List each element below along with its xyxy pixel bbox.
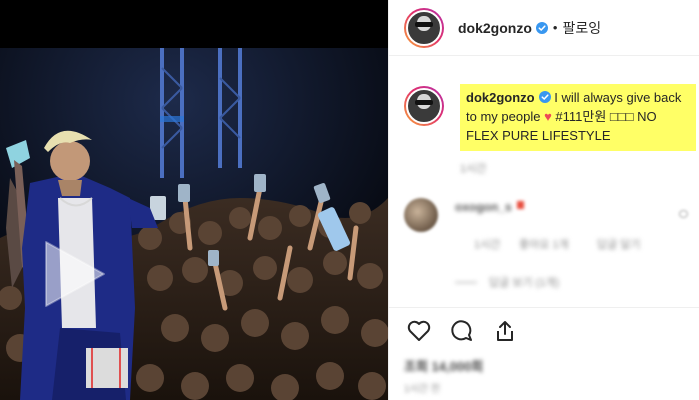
comment-likes[interactable]: 좋아요 1개 [519, 236, 569, 252]
post-details-panel: dok2gonzo • 팔로잉 dok2gonzo I will always … [388, 0, 699, 400]
comment-reply-button[interactable]: 답글 달기 [597, 236, 641, 252]
comment-icon[interactable] [448, 318, 474, 344]
post-date: 1시간 전 [404, 384, 440, 395]
comment-avatar[interactable] [404, 198, 438, 232]
separator-dot: • [552, 20, 558, 35]
caption-timestamp: 1시간 [460, 163, 487, 175]
caption-highlight: dok2gonzo I will always give back to my … [460, 84, 696, 151]
concert-scene [0, 48, 388, 400]
video-player[interactable] [0, 0, 388, 400]
share-icon[interactable] [492, 318, 518, 344]
verified-icon [535, 21, 548, 34]
caption-avatar[interactable] [404, 86, 444, 126]
view-count[interactable]: 조회 14,000회 [404, 356, 483, 375]
play-icon [45, 241, 105, 307]
avatar[interactable] [404, 7, 444, 48]
view-replies-label: 답글 보기 (1개) [489, 277, 560, 289]
divider [389, 307, 699, 308]
view-replies-button[interactable]: 답글 보기 (1개) [455, 274, 559, 290]
verified-icon [538, 91, 551, 103]
play-button[interactable] [36, 238, 108, 310]
caption-username[interactable]: dok2gonzo [466, 90, 535, 105]
heart-icon[interactable] [406, 318, 432, 344]
header-username[interactable]: dok2gonzo [458, 20, 532, 36]
heart-emoji: ♥ [544, 109, 552, 124]
comment-emoji [517, 201, 524, 209]
comment-like-icon[interactable] [679, 210, 688, 218]
video-frame[interactable] [0, 48, 388, 400]
post-header: dok2gonzo • 팔로잉 [389, 0, 699, 56]
comment-timestamp: 1시간 [474, 239, 501, 251]
comment-username[interactable]: oxogon_s [455, 200, 512, 214]
following-button[interactable]: 팔로잉 [562, 18, 601, 38]
